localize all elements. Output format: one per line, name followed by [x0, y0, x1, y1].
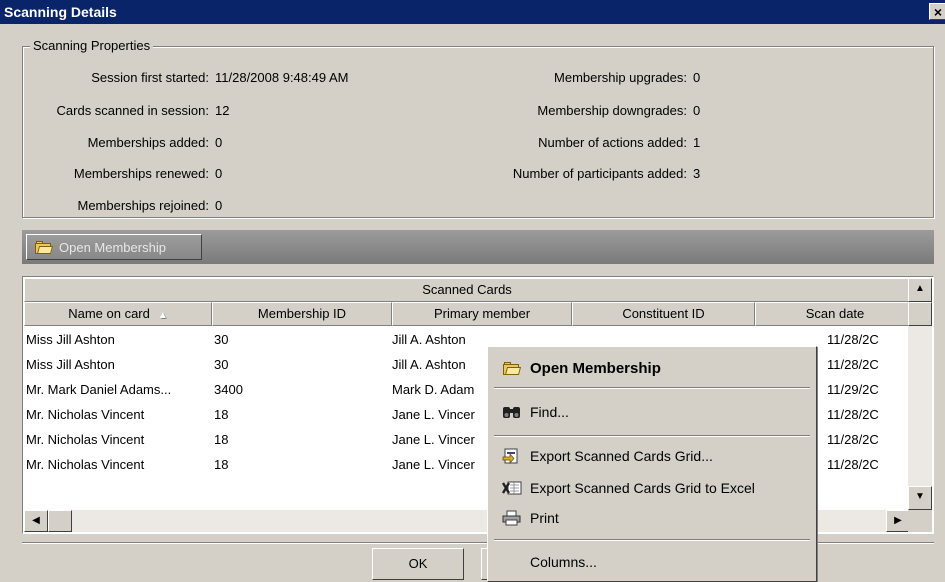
- cell-primary-member: Mark D. Adam: [392, 382, 475, 397]
- prop-label-membership-upgrades: Membership upgrades:: [554, 70, 687, 85]
- printer-icon: [502, 510, 522, 526]
- prop-label-participants-added: Number of participants added:: [512, 166, 687, 181]
- menu-item-export-excel[interactable]: Export Scanned Cards Grid to Excel: [490, 475, 814, 501]
- title-bar[interactable]: Scanning Details ×: [0, 0, 945, 24]
- prop-value-cards-scanned: 12: [215, 103, 230, 118]
- open-folder-icon: [35, 241, 54, 254]
- prop-label-memberships-renewed: Memberships renewed:: [73, 166, 209, 181]
- grid-band-header: Scanned Cards: [24, 278, 910, 302]
- cell-membership-id: 30: [214, 332, 229, 347]
- scroll-corner: [908, 510, 932, 532]
- prop-value-memberships-rejoined: 0: [215, 198, 223, 213]
- cell-primary-member: Jane L. Vincer: [392, 457, 475, 472]
- prop-value-actions-added: 1: [693, 135, 701, 150]
- cell-scan-date: 11/28/2C: [827, 332, 879, 347]
- prop-value-participants-added: 3: [693, 166, 701, 181]
- prop-value-memberships-renewed: 0: [215, 166, 223, 181]
- menu-item-label: Print: [530, 510, 559, 526]
- column-header-scan-date[interactable]: Scan date: [755, 302, 910, 326]
- cell-scan-date: 11/29/2C: [827, 382, 879, 397]
- cell-membership-id: 18: [214, 407, 229, 422]
- cell-name-on-card: Mr. Mark Daniel Adams...: [26, 382, 172, 397]
- cell-membership-id: 3400: [214, 382, 243, 397]
- cell-name-on-card: Mr. Nicholas Vincent: [26, 407, 145, 422]
- menu-item-print[interactable]: Print: [490, 505, 814, 531]
- scroll-up-button[interactable]: ▲: [908, 278, 932, 302]
- cell-primary-member: Jane L. Vincer: [392, 432, 475, 447]
- menu-separator: [494, 387, 810, 389]
- open-folder-icon: [502, 360, 522, 376]
- scanning-properties-legend: Scanning Properties: [30, 38, 154, 53]
- cell-primary-member: Jill A. Ashton: [392, 332, 466, 347]
- scroll-down-button[interactable]: ▼: [908, 486, 932, 510]
- scroll-right-button[interactable]: ▶: [886, 510, 910, 532]
- menu-item-export-grid[interactable]: Export Scanned Cards Grid...: [490, 443, 814, 469]
- cell-scan-date: 11/28/2C: [827, 407, 879, 422]
- prop-value-membership-upgrades: 0: [693, 70, 701, 85]
- cell-primary-member: Jane L. Vincer: [392, 407, 475, 422]
- menu-item-columns[interactable]: Columns...: [490, 549, 814, 575]
- menu-item-find[interactable]: Find...: [490, 399, 814, 425]
- column-header-primary-member[interactable]: Primary member: [392, 302, 572, 326]
- prop-label-session-started: Session first started:: [91, 70, 209, 85]
- open-membership-toolbar-label: Open Membership: [59, 240, 166, 255]
- vertical-scroll-thumb[interactable]: [908, 302, 932, 326]
- menu-item-open-membership[interactable]: Open Membership: [490, 355, 814, 381]
- prop-value-session-started: 11/28/2008 9:48:49 AM: [215, 70, 349, 85]
- prop-label-actions-added: Number of actions added:: [538, 135, 687, 150]
- cell-scan-date: 11/28/2C: [827, 457, 879, 472]
- cell-name-on-card: Mr. Nicholas Vincent: [26, 432, 145, 447]
- menu-item-label: Export Scanned Cards Grid to Excel: [530, 480, 755, 496]
- prop-label-membership-downgrades: Membership downgrades:: [537, 103, 687, 118]
- prop-value-membership-downgrades: 0: [693, 103, 701, 118]
- cell-name-on-card: Miss Jill Ashton: [26, 332, 115, 347]
- cell-membership-id: 18: [214, 432, 229, 447]
- menu-separator: [494, 435, 810, 437]
- scanning-details-window: Scanning Details × Scanning Properties S…: [0, 0, 945, 582]
- cell-name-on-card: Mr. Nicholas Vincent: [26, 457, 145, 472]
- column-header-constituent-id[interactable]: Constituent ID: [572, 302, 755, 326]
- column-header-membership-id[interactable]: Membership ID: [212, 302, 392, 326]
- close-button[interactable]: ×: [929, 3, 945, 20]
- prop-label-cards-scanned: Cards scanned in session:: [56, 103, 209, 118]
- grid-toolbar: Open Membership: [22, 230, 934, 264]
- menu-separator: [494, 539, 810, 541]
- cell-primary-member: Jill A. Ashton: [392, 357, 466, 372]
- prop-value-memberships-added: 0: [215, 135, 223, 150]
- ok-button[interactable]: OK: [372, 548, 464, 580]
- open-membership-toolbar-button[interactable]: Open Membership: [26, 234, 202, 260]
- menu-item-label: Columns...: [530, 554, 597, 570]
- prop-label-memberships-rejoined: Memberships rejoined:: [77, 198, 209, 213]
- sort-ascending-icon: ▲: [157, 310, 168, 321]
- horizontal-scroll-thumb[interactable]: [48, 510, 72, 532]
- scroll-left-button[interactable]: ◀: [24, 510, 48, 532]
- menu-item-label: Find...: [530, 404, 569, 420]
- cell-scan-date: 11/28/2C: [827, 357, 879, 372]
- window-title: Scanning Details: [4, 4, 117, 20]
- export-icon: [502, 448, 522, 464]
- cell-membership-id: 30: [214, 357, 229, 372]
- prop-label-memberships-added: Memberships added:: [87, 135, 209, 150]
- grid-context-menu: Open Membership Find... Export Scanned C…: [487, 346, 817, 582]
- binoculars-icon: [502, 404, 522, 420]
- column-header-label: Name on card: [68, 306, 150, 321]
- menu-item-label: Open Membership: [530, 360, 661, 377]
- menu-item-label: Export Scanned Cards Grid...: [530, 448, 713, 464]
- close-icon: ×: [933, 4, 943, 20]
- grid-column-headers: Name on card ▲ Membership ID Primary memb…: [24, 302, 910, 326]
- cell-membership-id: 18: [214, 457, 229, 472]
- vertical-scrollbar[interactable]: ▲ ▼: [908, 278, 932, 510]
- column-header-name-on-card[interactable]: Name on card ▲: [24, 302, 212, 326]
- cell-scan-date: 11/28/2C: [827, 432, 879, 447]
- cell-name-on-card: Miss Jill Ashton: [26, 357, 115, 372]
- excel-export-icon: [501, 480, 522, 496]
